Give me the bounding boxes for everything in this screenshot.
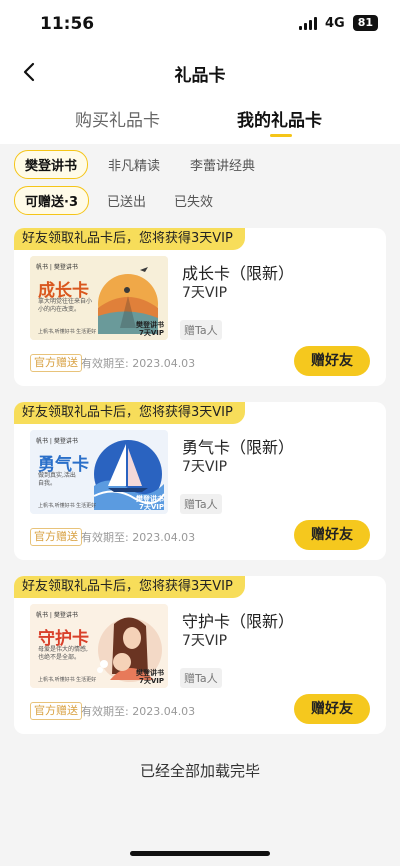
expiry-date: 有效期至: 2023.04.03 xyxy=(81,531,196,544)
page-title: 礼品卡 xyxy=(174,66,226,86)
gift-tag: 赠Ta人 xyxy=(180,494,222,514)
gift-friend-button[interactable]: 赠好友 xyxy=(294,346,370,376)
header: 礼品卡 xyxy=(0,48,400,96)
thumb-corner: 樊登讲书 7天VIP xyxy=(136,321,164,337)
filter-giftable[interactable]: 可赠送·3 xyxy=(14,186,89,215)
growth-card-image: 帆书 | 樊登讲书 成长卡 拿大明觉往往来自小小的内在改变。 上帆书,听懂好书 … xyxy=(30,256,168,340)
thumb-subtitle: 做到真实,活出自我。 xyxy=(38,472,76,487)
thumb-subtitle: 拿大明觉往往来自小小的内在改变。 xyxy=(38,298,93,313)
official-tag: 官方赠送 xyxy=(30,702,82,720)
courage-card-image: 帆书 | 樊登讲书 勇气卡 做到真实,活出自我。 上帆书,听懂好书 生活更好 樊… xyxy=(30,430,168,514)
thumb-corner: 樊登讲书 7天VIP xyxy=(136,495,164,511)
gift-card-guardian: 好友领取礼品卡后，您将获得3天VIP 帆书 | 樊登讲书 守护卡 母爱是伟大的情… xyxy=(14,576,386,734)
gift-tag: 赠Ta人 xyxy=(180,668,222,688)
official-tag: 官方赠送 xyxy=(30,528,82,546)
card-duration: 7天VIP xyxy=(182,633,228,649)
thumb-brand: 帆书 | 樊登讲书 xyxy=(36,612,78,619)
official-tag: 官方赠送 xyxy=(30,354,82,372)
guardian-card-image: 帆书 | 樊登讲书 守护卡 母爱是伟大的情感,也绝不是全部。 上帆书,听懂好书 … xyxy=(30,604,168,688)
network-label: 4G xyxy=(324,15,345,31)
main-tabs: 购买礼品卡 我的礼品卡 xyxy=(0,96,400,144)
card-banner: 好友领取礼品卡后，您将获得3天VIP xyxy=(14,576,245,598)
card-banner: 好友领取礼品卡后，您将获得3天VIP xyxy=(14,402,245,424)
status-indicators: 4G 81 xyxy=(298,15,378,31)
card-name: 勇气卡（限新） xyxy=(182,438,295,457)
filter-lilei-classics[interactable]: 李蕾讲经典 xyxy=(180,151,265,178)
gift-tag: 赠Ta人 xyxy=(180,320,222,340)
tab-indicator xyxy=(270,134,292,137)
card-name: 守护卡（限新） xyxy=(182,612,295,631)
filter-fandeng-books[interactable]: 樊登讲书 xyxy=(14,150,89,179)
gift-card-courage: 好友领取礼品卡后，您将获得3天VIP 帆书 | 樊登讲书 勇气卡 做到真实,活出… xyxy=(14,402,386,560)
thumb-footer: 上帆书,听懂好书 生活更好 xyxy=(38,503,97,509)
thumb-corner: 樊登讲书 7天VIP xyxy=(136,669,164,685)
card-banner: 好友领取礼品卡后，您将获得3天VIP xyxy=(14,228,245,250)
status-bar: 11:56 4G 81 xyxy=(0,0,400,48)
tab-buy-gift-card[interactable]: 购买礼品卡 xyxy=(75,106,160,131)
card-duration: 7天VIP xyxy=(182,459,228,475)
expiry-date: 有效期至: 2023.04.03 xyxy=(81,705,196,718)
battery-icon: 81 xyxy=(352,15,378,31)
thumb-brand: 帆书 | 樊登讲书 xyxy=(36,438,78,445)
gift-friend-button[interactable]: 赠好友 xyxy=(294,694,370,724)
signal-icon xyxy=(298,16,317,30)
tab-my-gift-card[interactable]: 我的礼品卡 xyxy=(237,106,322,131)
thumb-footer: 上帆书,听懂好书 生活更好 xyxy=(38,677,97,683)
filter-feifan-reading[interactable]: 非凡精读 xyxy=(98,151,170,178)
expiry-date: 有效期至: 2023.04.03 xyxy=(81,357,196,370)
filter-sent[interactable]: 已送出 xyxy=(97,187,156,214)
status-time: 11:56 xyxy=(40,14,95,34)
thumb-subtitle: 母爱是伟大的情感,也绝不是全部。 xyxy=(38,646,88,661)
home-indicator xyxy=(130,851,270,856)
thumb-footer: 上帆书,听懂好书 生活更好 xyxy=(38,329,97,335)
load-complete-text: 已经全部加载完毕 xyxy=(139,762,260,780)
status-filter-row: 可赠送·3 已送出 已失效 xyxy=(14,186,223,215)
gift-friend-button[interactable]: 赠好友 xyxy=(294,520,370,550)
filter-expired[interactable]: 已失效 xyxy=(164,187,223,214)
source-filter-row: 樊登讲书 非凡精读 李蕾讲经典 xyxy=(14,150,265,179)
card-duration: 7天VIP xyxy=(182,285,228,301)
gift-card-growth: 好友领取礼品卡后，您将获得3天VIP 帆书 | 樊登讲书 成长卡 拿大明觉往往来… xyxy=(14,228,386,386)
card-name: 成长卡（限新） xyxy=(182,264,295,283)
thumb-brand: 帆书 | 樊登讲书 xyxy=(36,264,78,271)
